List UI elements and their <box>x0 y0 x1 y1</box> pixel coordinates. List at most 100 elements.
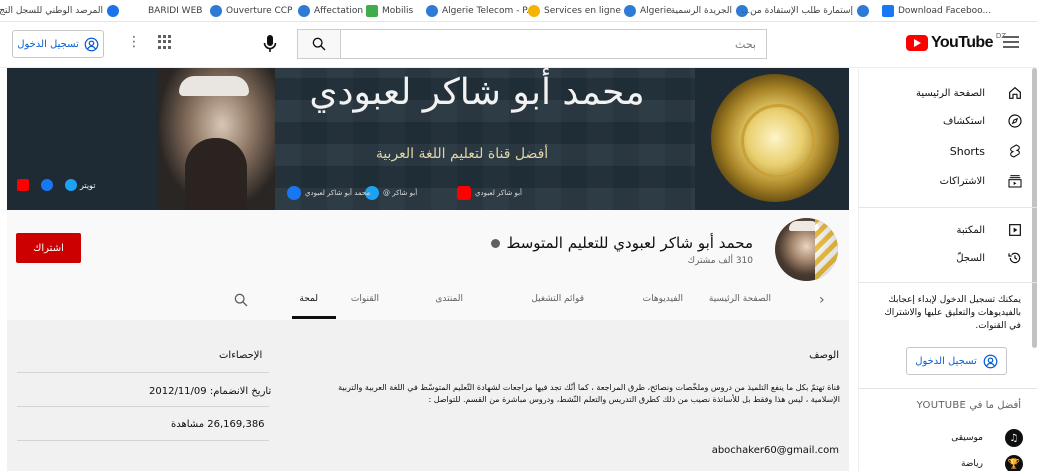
joined-date: تاريخ الانضمام: 2012/11/09 <box>149 386 272 397</box>
mobilis-icon <box>366 4 378 17</box>
description-title: الوصف <box>809 350 839 361</box>
apps-grid-icon[interactable] <box>158 35 172 49</box>
banner-calligraphy: محمد أبو شاكر لعبودي <box>309 72 645 113</box>
facebook-link-icon[interactable] <box>41 179 53 191</box>
chevron-right-icon[interactable]: › <box>819 292 825 308</box>
microphone-icon[interactable] <box>262 34 278 54</box>
search-icon <box>312 37 326 51</box>
divider <box>17 440 269 441</box>
active-tab-indicator <box>292 316 336 319</box>
banner-subtitle: أفضل قناة لتعليم اللغة العربية <box>375 146 549 162</box>
globe-icon <box>857 4 869 17</box>
facebook-icon <box>882 4 894 17</box>
guide-item-home[interactable]: الصفحة الرئيسية <box>873 84 1023 102</box>
stats-title: الإحصاءات <box>219 350 263 361</box>
guide-item-subscriptions[interactable]: الاشتراكات <box>873 172 1023 190</box>
youtube-play-icon <box>906 35 928 51</box>
subscriptions-icon <box>1008 175 1022 188</box>
tab-playlists[interactable]: قوائم التشغيل <box>531 294 584 304</box>
explore-icon <box>1008 114 1022 128</box>
bookmark-item[interactable]: Algerie Telecom - P... <box>426 3 535 18</box>
bookmark-item[interactable]: Services en ligne -... <box>528 3 636 18</box>
facebook-icon <box>287 186 301 200</box>
home-icon <box>1009 86 1021 99</box>
signin-button[interactable]: تسجيل الدخول <box>12 30 104 58</box>
star-icon <box>528 4 540 17</box>
channel-search-icon[interactable] <box>233 292 249 308</box>
subscribe-button[interactable]: اشتراك <box>16 233 81 263</box>
contact-email: abochaker60@gmail.com <box>711 445 839 456</box>
bookmark-item[interactable]: Mobilis <box>366 3 413 18</box>
guide-sidebar: الصفحة الرئيسية استكشاف Shorts الاشتراكا… <box>858 68 1037 471</box>
bookmark-item[interactable]: إستمارة طلب الإستفادة من... <box>742 3 869 18</box>
guide-divider <box>859 282 1037 283</box>
bookmark-item[interactable]: Ouverture CCP <box>210 3 292 18</box>
guide-item-library[interactable]: المكتبة <box>873 221 1023 239</box>
banner-twitter-chip: @ أبو شاكر <box>365 186 417 200</box>
twitter-icon <box>65 179 77 191</box>
certificate-medal-image <box>711 74 839 202</box>
channel-header: اشتراك محمد أبو شاكر لعبودي للتعليم المت… <box>7 210 849 320</box>
bookmark-item[interactable]: Download Faceboo... <box>882 3 991 18</box>
tab-about[interactable]: لمحة <box>299 294 318 304</box>
search-input[interactable] <box>341 29 767 59</box>
guide-item-sports[interactable]: 🏆 رياضة <box>873 454 1023 471</box>
bookmarks-bar: المرصد الوطني للسجل التج... BARIDI WEB O… <box>0 0 1037 22</box>
about-section: الوصف قناة تهتمّ بكل ما ينفع التلميذ من … <box>7 320 849 471</box>
bookmark-item[interactable]: الجريدة الرسمية <box>671 3 748 18</box>
youtube-logo[interactable]: YouTube DZ <box>906 32 1006 52</box>
bookmark-item[interactable]: Affectation <box>298 3 363 18</box>
scrollbar[interactable] <box>1032 68 1037 348</box>
twitter-link[interactable]: تويتر <box>65 179 95 191</box>
guide-item-music[interactable]: ♫ موسيقى <box>873 428 1023 448</box>
guide-item-shorts[interactable]: Shorts <box>873 142 1023 160</box>
banner-links: تويتر <box>17 176 95 194</box>
sports-icon: 🏆 <box>1005 455 1023 471</box>
signin-prompt: يمكنك تسجيل الدخول لإبداء إعجابك بالفيدي… <box>884 295 1021 331</box>
music-icon: ♫ <box>1005 429 1023 447</box>
globe-icon <box>624 4 636 17</box>
history-icon <box>1008 252 1021 264</box>
channel-avatar[interactable] <box>775 218 838 281</box>
guide-divider <box>859 388 1037 389</box>
guide-divider <box>859 207 1037 208</box>
settings-menu-icon[interactable]: ⋮ <box>127 35 141 49</box>
tab-videos[interactable]: الفيديوهات <box>643 294 683 304</box>
divider <box>17 372 269 373</box>
hamburger-menu-icon[interactable] <box>1003 36 1019 48</box>
globe-icon <box>426 4 438 17</box>
tab-home[interactable]: الصفحة الرئيسية <box>709 294 771 304</box>
description-text: قناة تهتمّ بكل ما ينفع التلميذ من دروس و… <box>338 383 840 404</box>
library-icon <box>1009 224 1021 236</box>
tab-community[interactable]: المنتدى <box>435 294 463 304</box>
channel-banner: محمد أبو شاكر لعبودي أفضل قناة لتعليم ال… <box>7 68 849 210</box>
view-count: 26,169,386 مشاهدة <box>171 419 265 430</box>
globe-icon <box>210 4 222 17</box>
divider <box>17 406 269 407</box>
tab-channels[interactable]: القنوات <box>351 294 379 304</box>
guide-signin-button[interactable]: تسجيل الدخول <box>906 347 1007 375</box>
guide-item-explore[interactable]: استكشاف <box>873 112 1023 130</box>
banner-facebook-chip: محمد أبو شاكر لعبودي <box>287 186 370 200</box>
account-icon <box>84 37 99 51</box>
best-of-youtube-title: أفضل ما في YOUTUBE <box>916 400 1021 411</box>
verified-badge-icon <box>491 238 501 248</box>
subscriber-count: 310 ألف مشترك <box>687 256 753 266</box>
banner-portrait <box>157 68 275 210</box>
guide-item-history[interactable]: السجلّ <box>873 249 1023 267</box>
youtube-icon <box>457 186 471 200</box>
masthead: تسجيل الدخول ⋮ YouTube DZ <box>0 22 1037 68</box>
bookmark-item[interactable]: Algerie <box>624 3 672 18</box>
channel-name: محمد أبو شاكر لعبودي للتعليم المتوسط <box>491 234 753 252</box>
search-button[interactable] <box>297 29 341 59</box>
channel-tabs: › الصفحة الرئيسية الفيديوهات قوائم التشغ… <box>7 282 849 320</box>
shorts-icon <box>1010 144 1020 158</box>
signin-label: تسجيل الدخول <box>17 38 79 50</box>
bookmark-item[interactable]: BARIDI WEB <box>148 3 202 18</box>
youtube-link-icon[interactable] <box>17 179 29 191</box>
banner-youtube-chip: أبو شاكر لعبودي <box>457 186 522 200</box>
banner-social-strip: أبو شاكر لعبودي @ أبو شاكر محمد أبو شاكر… <box>287 186 667 202</box>
bookmark-item[interactable]: المرصد الوطني للسجل التج... <box>0 3 119 18</box>
globe-icon <box>298 4 310 17</box>
account-icon <box>983 354 998 368</box>
